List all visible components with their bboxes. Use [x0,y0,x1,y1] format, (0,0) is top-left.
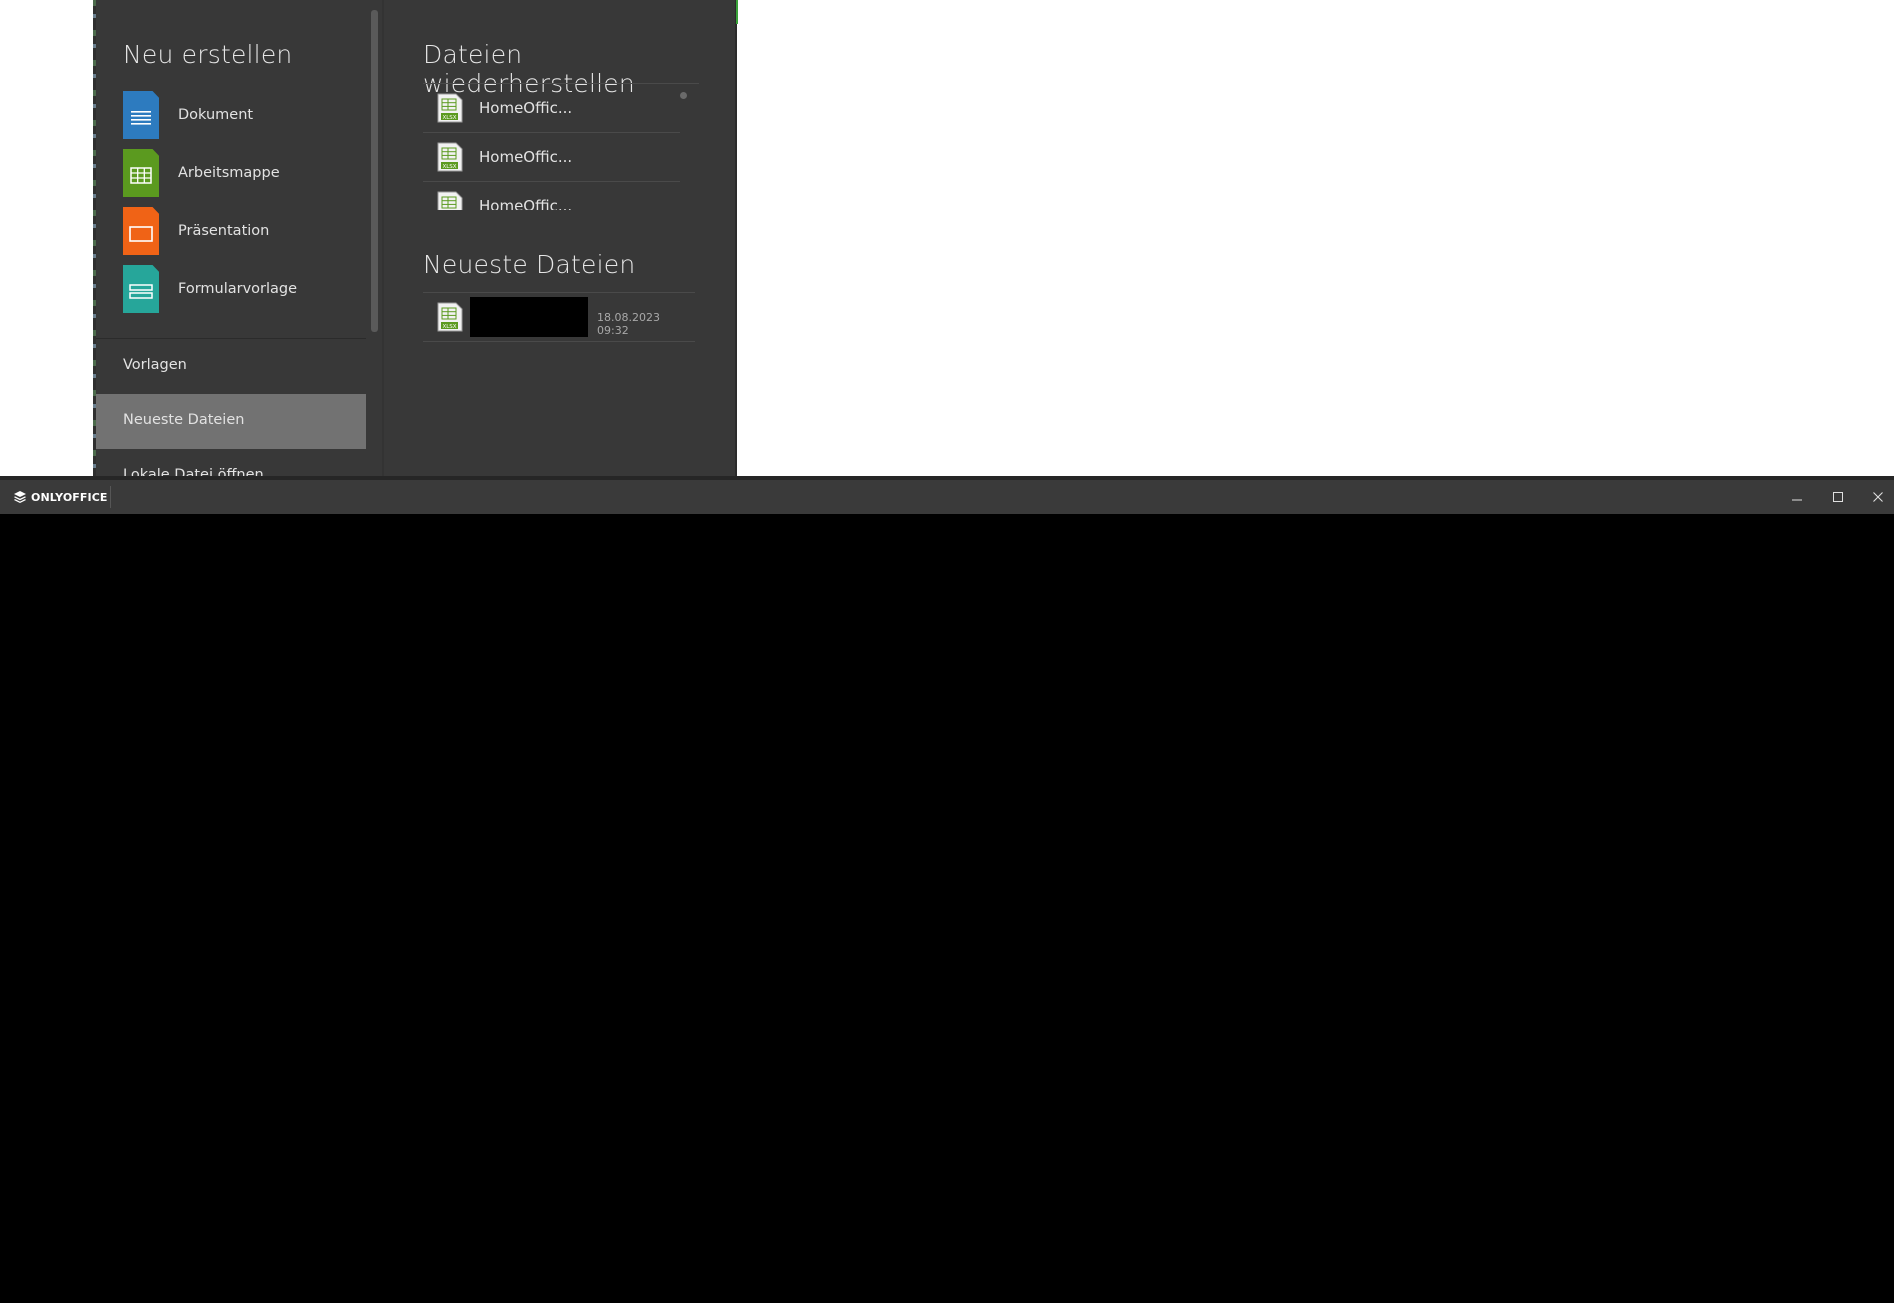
svg-text:XLSX: XLSX [442,324,456,330]
recent-files-title: Neueste Dateien [423,250,636,279]
create-form-template-button[interactable]: Formularvorlage [123,265,297,313]
minimize-icon [1792,499,1802,501]
create-spreadsheet-button[interactable]: Arbeitsmappe [123,149,280,197]
close-button[interactable] [1858,480,1894,514]
nav-templates-label: Vorlagen [123,357,187,373]
recover-file-item[interactable]: XLSX HomeOffic... [423,182,680,210]
xlsx-file-icon: XLSX [437,142,463,172]
create-document-button[interactable]: Dokument [123,91,253,139]
xlsx-file-icon: XLSX [437,191,463,210]
brand-label: ONLYOFFICE [31,490,108,504]
maximize-icon [1833,492,1843,502]
document-icon [123,91,159,139]
onlyoffice-logo: ONLYOFFICE [13,480,108,514]
scroll-indicator[interactable] [680,92,687,99]
form-template-icon [123,265,159,313]
create-presentation-label: Präsentation [178,223,270,239]
svg-text:XLSX: XLSX [442,115,456,121]
recover-file-name: HomeOffic... [479,99,573,117]
svg-text:XLSX: XLSX [442,164,456,170]
recover-file-name: HomeOffic... [479,148,573,166]
column-separator [382,0,384,478]
left-scrollbar[interactable] [371,10,378,332]
xlsx-file-icon: XLSX [437,302,463,332]
recover-file-item[interactable]: XLSX HomeOffic... [423,84,680,133]
create-presentation-button[interactable]: Präsentation [123,207,269,255]
xlsx-file-icon: XLSX [437,93,463,123]
maximize-button[interactable] [1818,480,1858,514]
minimize-button[interactable] [1777,480,1817,514]
recover-file-item[interactable]: XLSX HomeOffic... [423,133,680,182]
lower-window-titlebar[interactable]: ONLYOFFICE [0,480,1894,514]
create-document-label: Dokument [178,107,254,123]
create-spreadsheet-label: Arbeitsmappe [178,165,280,181]
create-form-template-label: Formularvorlage [178,281,298,297]
divider [110,486,111,508]
recent-file-item[interactable]: XLSX 18.08.2023 09:32 [423,293,695,342]
onlyoffice-layers-icon [14,491,26,504]
create-new-title: Neu erstellen [123,40,293,69]
recent-file-date: 18.08.2023 09:32 [597,311,660,337]
redacted-file-name [470,297,588,337]
start-screen-panel: Neu erstellen Dokument Arbeitsmappe Präs… [96,0,736,478]
lower-window-content [0,514,1894,1303]
recover-file-name: HomeOffic... [479,197,573,210]
nav-recent-files[interactable]: Neueste Dateien [96,394,366,449]
window-border [735,0,737,478]
nav-open-local-file[interactable]: Lokale Datei öffnen [96,449,366,478]
nav-recent-files-label: Neueste Dateien [123,412,245,428]
window-border-accent [736,0,738,24]
nav-templates[interactable]: Vorlagen [96,339,366,394]
left-column: Neu erstellen Dokument Arbeitsmappe Präs… [96,0,382,478]
right-column: Dateien wiederherstellen XLSX HomeOffic.… [423,0,733,478]
spreadsheet-icon [123,149,159,197]
presentation-icon [123,207,159,255]
recover-file-list: XLSX HomeOffic... XLSX HomeOffic... XLSX… [423,84,699,210]
close-icon [1873,492,1883,502]
upper-window: Neu erstellen Dokument Arbeitsmappe Präs… [0,0,1894,478]
